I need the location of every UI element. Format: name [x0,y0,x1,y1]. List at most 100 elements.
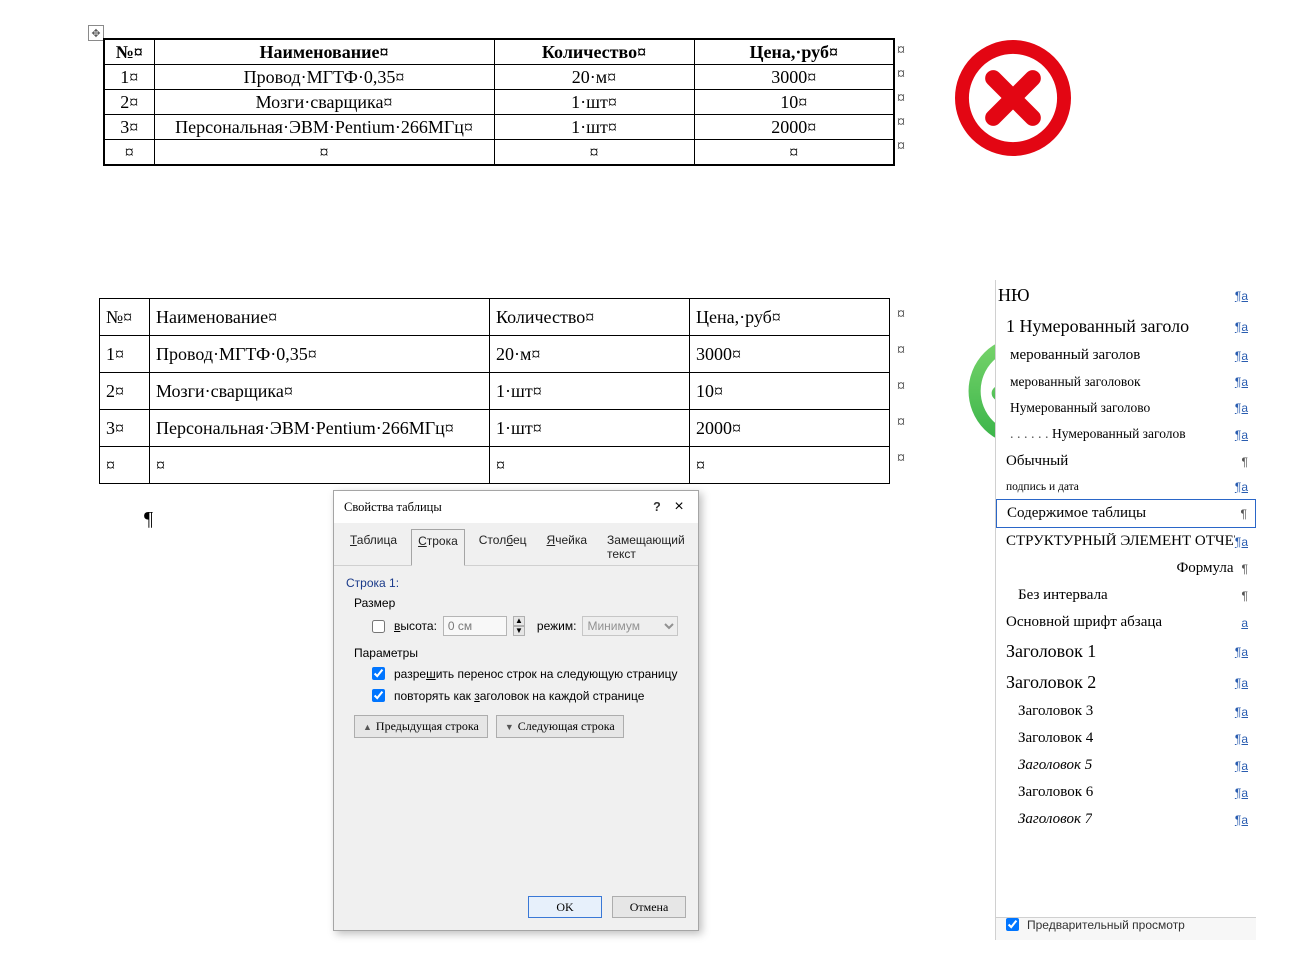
paragraph-mark-icon: a [1241,616,1248,630]
repeat-header-checkbox[interactable]: повторять как заголовок на каждой страни… [368,686,686,705]
repeat-header-check[interactable] [372,689,385,702]
table-cell: 2¤ [100,373,150,410]
table-cell: Персональная·ЭВМ·Pentium·266МГц¤ [150,410,490,447]
height-spinner[interactable]: ▲▼ [513,616,525,636]
table-cell: ¤ [100,447,150,484]
table-cell: Провод·МГТФ·0,35¤ [154,65,494,90]
table-cell: 2000¤ [690,410,890,447]
table-cell: 1¤ [100,336,150,373]
styles-panel: НЮ¶a1 Нумерованный заголо¶aмерованный за… [995,280,1256,940]
help-button[interactable]: ? [646,500,668,514]
mode-select[interactable]: Минимум [582,616,678,636]
row-end-mark: ¤ [897,114,905,132]
paragraph-mark-icon: ¶a [1235,289,1248,303]
table-cell: 2¤ [104,90,154,115]
table-cell: ¤ [694,140,894,166]
table-cell: Персональная·ЭВМ·Pentium·266МГц¤ [154,115,494,140]
dialog-title: Свойства таблицы [344,500,646,515]
tab-column[interactable]: Столбец [473,529,533,565]
table-cell: 1·шт¤ [490,373,690,410]
paragraph-mark-icon: ¶a [1235,676,1248,690]
paragraph-mark-icon: ¶a [1235,732,1248,746]
style-item[interactable]: мерованный заголов¶a [996,342,1256,369]
wrong-icon [955,40,1071,156]
style-item[interactable]: Заголовок 1¶a [996,636,1256,667]
table-header: Наименование¤ [150,299,490,336]
style-item[interactable]: Без интервала¶ [996,582,1256,609]
paragraph-mark-icon: ¶a [1235,320,1248,334]
params-group-label: Параметры [354,646,686,660]
tab-table[interactable]: Таблица [344,529,403,565]
table-cell: 20·м¤ [490,336,690,373]
table-cell: 3¤ [104,115,154,140]
table-cell: ¤ [104,140,154,166]
style-item[interactable]: подпись и дата¶a [996,475,1256,499]
style-item[interactable]: НЮ¶a [996,280,1256,311]
paragraph-mark-icon: ¶a [1235,759,1248,773]
row-end-mark: ¤ [897,414,905,432]
paragraph-mark-icon: ¶a [1235,645,1248,659]
preview-label: Предварительный просмотр [1027,918,1185,932]
paragraph-mark-icon: ¶a [1235,786,1248,800]
table-cell: ¤ [690,447,890,484]
close-button[interactable]: × [668,498,690,516]
paragraph-mark-icon: ¶a [1235,349,1248,363]
table-cell: ¤ [150,447,490,484]
table-cell: 10¤ [690,373,890,410]
style-item[interactable]: Заголовок 7¶a [996,806,1256,833]
dialog-tabs: Таблица Строка Столбец Ячейка Замещающий… [334,523,698,566]
wrap-rows-check[interactable] [372,667,385,680]
paragraph-mark-icon: ¶ [1242,589,1248,603]
style-item[interactable]: Обычный¶ [996,448,1256,475]
tab-cell[interactable]: Ячейка [541,529,594,565]
table-cell: 3000¤ [690,336,890,373]
style-item[interactable]: Нумерованный заголово¶a [996,395,1256,421]
next-row-button[interactable]: ▼Следующая строка [496,715,624,738]
table-cell: Провод·МГТФ·0,35¤ [150,336,490,373]
preview-check[interactable] [1006,918,1019,931]
table-cell: Мозги·сварщика¤ [150,373,490,410]
tab-row[interactable]: Строка [411,529,465,566]
preview-checkbox[interactable]: Предварительный просмотр [1002,915,1185,934]
style-item[interactable]: Заголовок 4¶a [996,725,1256,752]
paragraph-mark-icon: ¶ [1242,455,1248,469]
height-input[interactable] [443,616,507,636]
table-cell: ¤ [494,140,694,166]
style-item[interactable]: 1 Нумерованный заголо¶a [996,311,1256,342]
cancel-button[interactable]: Отмена [612,896,686,918]
row-end-mark: ¤ [897,138,905,156]
paragraph-mark-icon: ¶a [1235,480,1248,494]
style-item[interactable]: СТРУКТУРНЫЙ ЭЛЕМЕНТ ОТЧЕТА¶a [996,528,1256,555]
table-cell: 20·м¤ [494,65,694,90]
ok-button[interactable]: OK [528,896,602,918]
table-header: Количество¤ [490,299,690,336]
style-item[interactable]: мерованный заголовок¶a [996,369,1256,395]
style-item[interactable]: Нумерованный заголов¶a [996,421,1256,448]
paragraph-mark-icon: ¶a [1235,375,1248,389]
style-item[interactable]: Заголовок 2¶a [996,667,1256,698]
tab-alttext[interactable]: Замещающий текст [601,529,691,565]
style-item[interactable]: Содержимое таблицы¶ [996,499,1256,528]
table-cell: 1¤ [104,65,154,90]
table-anchor-icon[interactable]: ✥ [88,25,104,41]
style-item[interactable]: Заголовок 5¶a [996,752,1256,779]
style-item[interactable]: Заголовок 3¶a [996,698,1256,725]
paragraph-mark-icon: ¶a [1235,813,1248,827]
row-end-mark: ¤ [897,306,905,324]
paragraph-mark-icon: ¶ [1242,562,1248,576]
size-group-label: Размер [354,596,686,610]
style-item[interactable]: Формула¶ [996,555,1256,582]
style-item[interactable]: Основной шрифт абзацаa [996,609,1256,636]
prev-row-button[interactable]: ▲Предыдущая строка [354,715,488,738]
paragraph-mark-icon: ¶a [1235,535,1248,549]
table-cell: 3¤ [100,410,150,447]
table-cell: ¤ [154,140,494,166]
row-end-mark: ¤ [897,66,905,84]
dialog-titlebar[interactable]: Свойства таблицы ? × [334,491,698,523]
style-item[interactable]: Заголовок 6¶a [996,779,1256,806]
height-label: высота: [394,619,437,633]
wrap-rows-checkbox[interactable]: разрешить перенос строк на следующую стр… [368,664,686,683]
table-header: №¤ [104,39,154,65]
height-checkbox[interactable] [372,620,385,633]
table-header: Цена,·руб¤ [694,39,894,65]
